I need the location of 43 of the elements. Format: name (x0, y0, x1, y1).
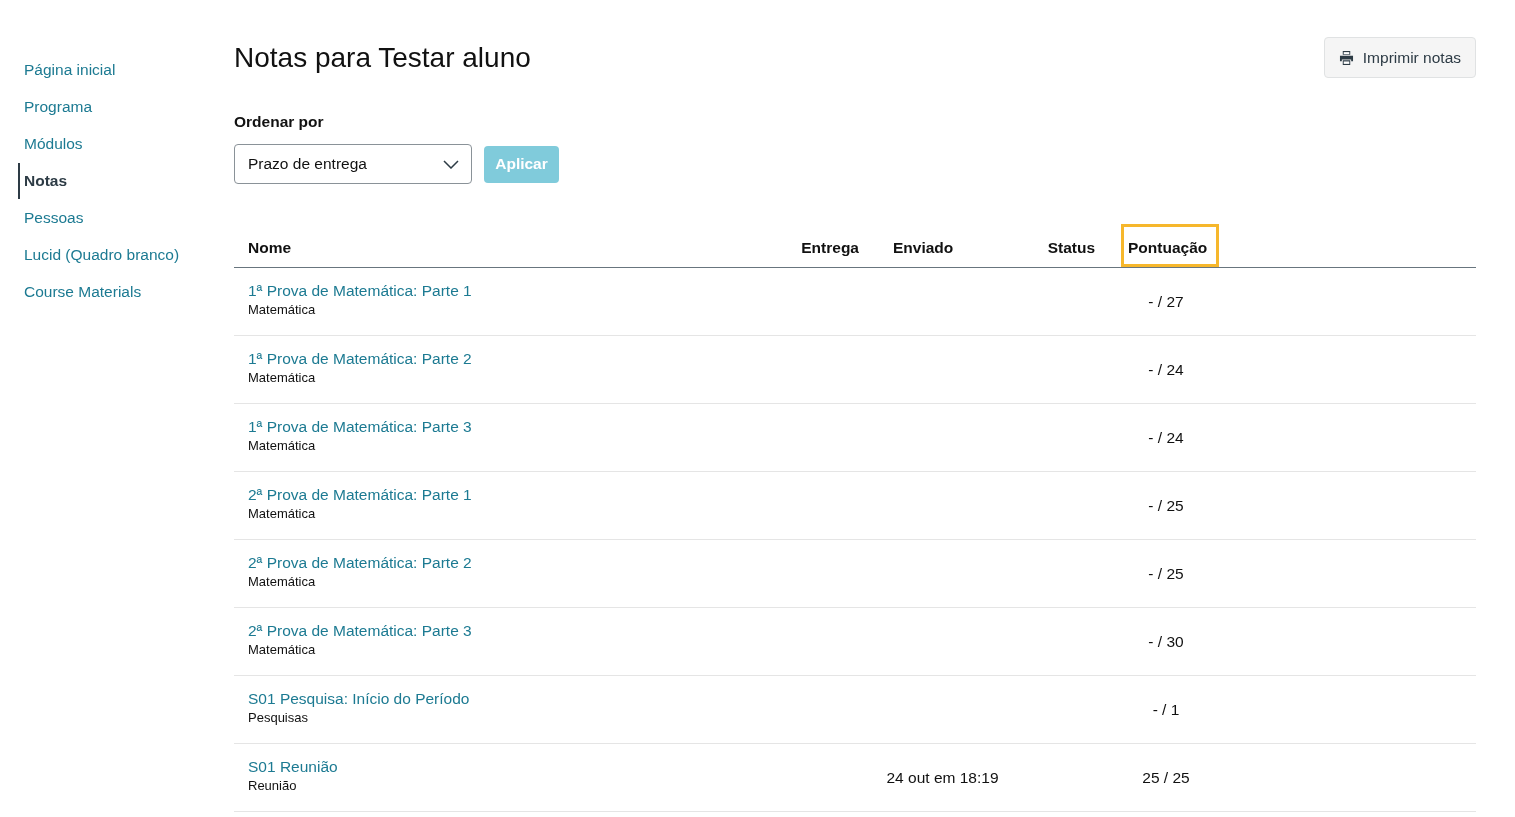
column-header: Entrega (800, 237, 860, 258)
assignment-link[interactable]: 2ª Prova de Matemática: Parte 3 (248, 621, 472, 641)
sidebar-item[interactable]: Módulos (18, 126, 89, 162)
sidebar-item[interactable]: Notas (18, 163, 74, 199)
score-text: - / 24 (1148, 360, 1184, 379)
assignment-category: Matemática (248, 437, 316, 455)
chevron-down-icon (443, 159, 459, 169)
sort-select[interactable]: Prazo de entrega (234, 144, 472, 184)
assignment-category: Matemática (248, 573, 316, 591)
score-text: - / 1 (1152, 700, 1180, 719)
print-button[interactable]: Imprimir notas (1323, 37, 1476, 78)
assignment-link[interactable]: 2ª Prova de Matemática: Parte 1 (248, 485, 472, 505)
column-header: Status (1046, 237, 1096, 258)
printer-icon (1338, 50, 1354, 65)
submitted-date: 24 out em 18:19 (886, 768, 999, 787)
assignment-link[interactable]: S01 Pesquisa: Início do Período (248, 689, 470, 709)
assignment-link[interactable]: 1ª Prova de Matemática: Parte 3 (248, 417, 472, 437)
score-text: - / 27 (1148, 292, 1184, 311)
sort-label: Ordenar por (234, 112, 324, 132)
column-header: Enviado (892, 237, 955, 258)
sidebar-item[interactable]: Programa (18, 89, 99, 125)
sidebar-item[interactable]: Página inicial (18, 52, 122, 88)
sidebar-item[interactable]: Lucid (Quadro branco) (18, 237, 186, 273)
assignment-category: Matemática (248, 641, 316, 659)
score-text: - / 24 (1148, 428, 1184, 447)
assignment-category: Pesquisas (248, 709, 308, 727)
assignment-link[interactable]: S01 Reunião (248, 757, 338, 777)
score-text: 25 / 25 (1142, 768, 1190, 787)
score-text: - / 25 (1148, 564, 1184, 583)
score-text: - / 30 (1148, 632, 1184, 651)
assignment-category: Matemática (248, 505, 316, 523)
sidebar-item[interactable]: Course Materials (18, 274, 148, 310)
assignment-category: Matemática (248, 369, 316, 387)
assignment-category: Reunião (248, 777, 297, 795)
score-text: - / 25 (1148, 496, 1184, 515)
sidebar-item[interactable]: Pessoas (18, 200, 90, 236)
assignment-link[interactable]: 1ª Prova de Matemática: Parte 2 (248, 349, 472, 369)
assignment-link[interactable]: 1ª Prova de Matemática: Parte 1 (248, 281, 472, 301)
assignment-category: Matemática (248, 301, 316, 319)
page-title: Notas para Testar aluno (234, 41, 531, 74)
assignment-link[interactable]: 2ª Prova de Matemática: Parte 2 (248, 553, 472, 573)
column-header: Pontuação (1121, 224, 1219, 267)
column-header: Nome (247, 237, 293, 258)
